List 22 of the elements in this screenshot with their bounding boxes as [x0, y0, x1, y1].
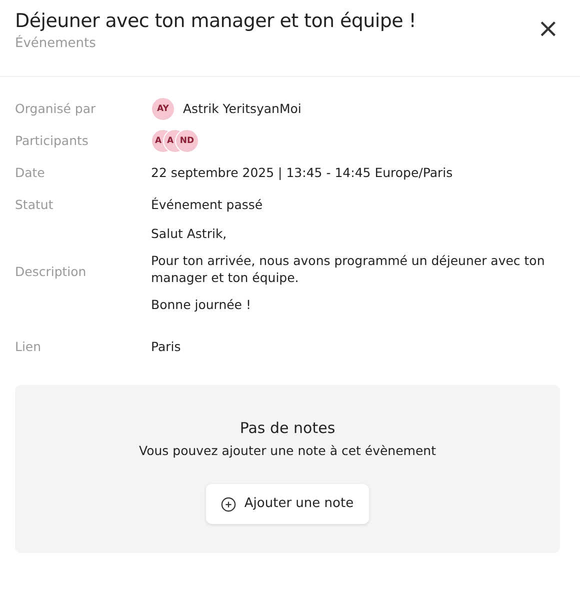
description-paragraph: Salut Astrik,: [151, 225, 228, 242]
field-label: Description: [15, 262, 88, 281]
avatar: ND: [175, 129, 199, 153]
add-note-button[interactable]: Ajouter une note: [206, 484, 369, 524]
close-button[interactable]: ×: [531, 16, 565, 42]
field-value: Paris: [151, 338, 181, 356]
dialog-subtitle: Événements: [15, 34, 97, 53]
field-label: Date: [15, 164, 46, 182]
description-paragraph: Pour ton arrivée, nous avons programmé un déjeuner avec ton manager et ton équipe.: [151, 252, 546, 286]
field-value: Événement passé: [151, 196, 263, 214]
notes-message: Vous pouvez ajouter une note à cet évènement: [139, 442, 436, 460]
notes-title: Pas de notes: [240, 418, 336, 439]
description-paragraph: Bonne journée !: [151, 296, 252, 313]
field-label: Organisé par: [15, 100, 97, 118]
dialog-title: Déjeuner avec ton manager et ton équipe !: [15, 9, 416, 34]
field-label: Lien: [15, 338, 42, 356]
avatar: AY: [151, 97, 175, 121]
field-value: 22 septembre 2025 | 13:45 - 14:45 Europe/Paris: [151, 164, 453, 182]
field-label: Participants: [15, 132, 90, 150]
plus-circle-icon: [221, 496, 236, 512]
field-label: Statut: [15, 196, 54, 214]
organizer-name: Astrik YeritsyanMoi: [183, 100, 302, 118]
